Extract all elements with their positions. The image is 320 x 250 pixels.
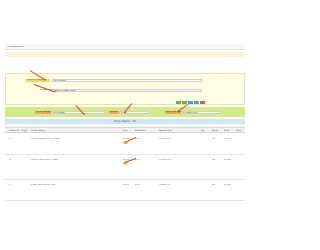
amount-label: Amount xyxy=(109,110,119,114)
product-name-input[interactable]: Search product name xyxy=(52,89,202,92)
table-row[interactable]: 17 Faded Short Sleeves T-shirt $16.51 $1… xyxy=(5,180,245,201)
action-button-5[interactable] xyxy=(200,101,205,104)
row-specific-price: Discount 5% xyxy=(159,184,171,186)
row-name: Printed Chiffon Dress - Yellow xyxy=(31,159,58,161)
row-stock: In stock xyxy=(224,184,231,186)
row-stock: In stock xyxy=(224,159,231,161)
row-stock: In stock xyxy=(224,138,231,140)
action-button-1[interactable] xyxy=(176,101,181,104)
col-image[interactable]: Image xyxy=(21,130,27,132)
col-specific-price[interactable]: Specific Price xyxy=(159,130,172,132)
col-product-name[interactable]: Product Name xyxy=(31,130,45,132)
col-active[interactable]: Active xyxy=(212,130,218,132)
price-type-label: Price changes xyxy=(35,110,51,114)
window-title: Price update tool xyxy=(6,45,24,48)
alert-banner xyxy=(5,52,245,57)
row-id: 17 xyxy=(9,184,12,186)
row-price-new: $18.57 xyxy=(123,187,128,189)
product-category-select[interactable]: All Products xyxy=(52,79,202,82)
window-title-bar: Price update tool xyxy=(5,44,245,50)
action-button-4[interactable] xyxy=(194,101,199,104)
row-name: Printed Summer Dress - Orange xyxy=(31,138,60,140)
row-id: 15 xyxy=(9,138,12,140)
row-active: Yes xyxy=(212,138,216,140)
table-header: Product ID Image Product Name Price Whol… xyxy=(5,127,245,133)
row-id: 16 xyxy=(9,159,12,161)
row-specific-price: Discount 20% xyxy=(159,159,172,161)
table-row[interactable]: 16 Printed Chiffon Dress - Yellow $16.40… xyxy=(5,155,245,180)
row-price: $16.51 xyxy=(123,184,130,186)
row-wholesale: $5.10 xyxy=(135,184,141,186)
row-active: Yes xyxy=(212,159,216,161)
col-stock-2[interactable]: Stock xyxy=(236,130,241,132)
col-qty[interactable]: Qty xyxy=(201,130,204,132)
price-type-select[interactable]: Percentage xyxy=(51,110,105,114)
action-button-3[interactable] xyxy=(188,101,193,104)
table-row[interactable]: 15 Printed Summer Dress - Orange $28.98 … xyxy=(5,134,245,155)
apply-mode-select[interactable]: Increase price xyxy=(181,110,221,114)
row-name: Faded Short Sleeves T-shirt xyxy=(31,184,56,186)
row-active: Yes xyxy=(212,184,216,186)
row-wholesale: $4.92 xyxy=(135,159,141,161)
col-product-id[interactable]: Product ID xyxy=(9,130,19,132)
col-stock[interactable]: Stock xyxy=(224,130,229,132)
section-tab-label: Price Brand : 15 xyxy=(114,119,136,123)
row-wholesale: $9.78 xyxy=(135,138,141,140)
col-price[interactable]: Price xyxy=(123,130,128,132)
col-wholesale[interactable]: Wholesale xyxy=(135,130,145,132)
row-specific-price: Discount 5% xyxy=(159,138,171,140)
section-tab[interactable]: Price Brand : 15 xyxy=(5,119,245,124)
